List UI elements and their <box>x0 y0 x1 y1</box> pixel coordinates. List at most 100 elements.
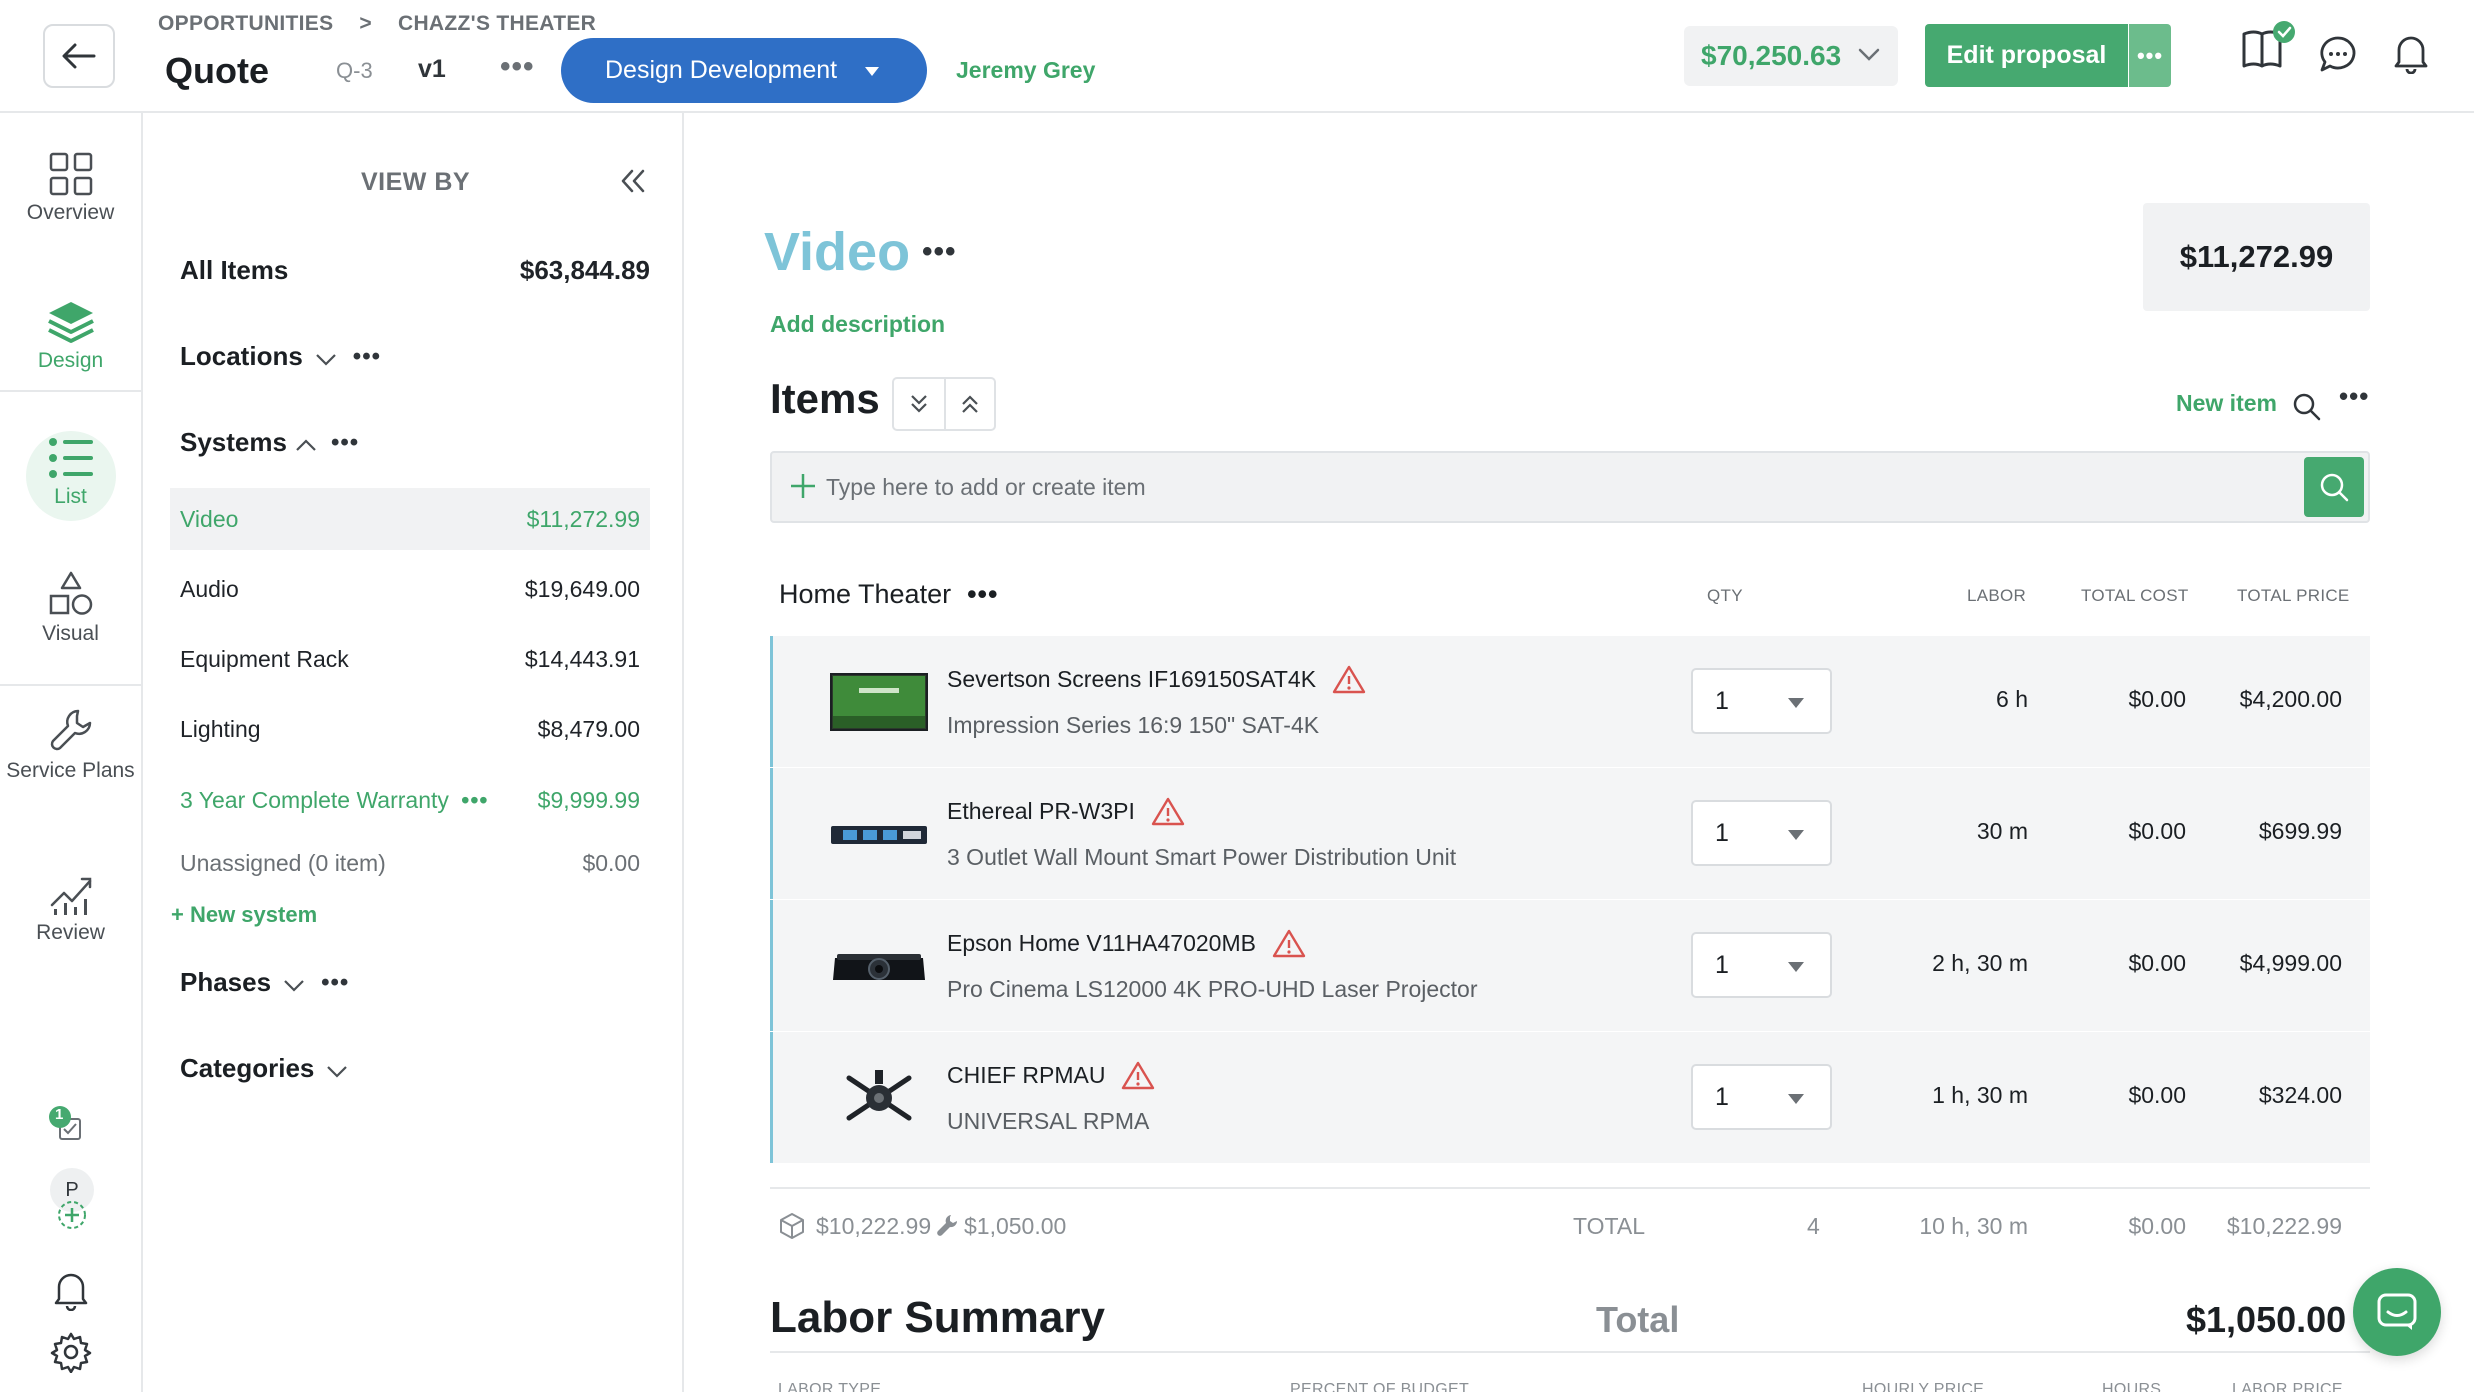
table-row[interactable]: Epson Home V11HA47020MB Pro Cinema LS120… <box>770 900 2370 1031</box>
warning-icon[interactable] <box>1151 796 1185 826</box>
system-label: Audio <box>180 575 239 602</box>
qty-select[interactable]: 1 <box>1691 1064 1832 1130</box>
double-chevron-down-icon <box>911 395 927 413</box>
edit-proposal-button[interactable]: Edit proposal <box>1925 24 2128 87</box>
item-description: Pro Cinema LS12000 4K PRO-UHD Laser Proj… <box>947 976 1478 1002</box>
system-value: $14,443.91 <box>524 645 640 672</box>
item-description: 3 Outlet Wall Mount Smart Power Distribu… <box>947 844 1457 870</box>
warranty-more-button[interactable]: ••• <box>461 787 488 813</box>
task-badge-count: 1 <box>55 1106 64 1123</box>
systems-header[interactable]: Systems ••• <box>180 427 650 458</box>
categories-label: Categories <box>180 1053 315 1083</box>
system-row-video[interactable]: Video $11,272.99 <box>170 488 650 550</box>
section-price: $11,272.99 <box>2143 203 2370 311</box>
rail-item-service-plans[interactable]: Service Plans <box>0 707 141 783</box>
system-value: $11,272.99 <box>526 505 640 532</box>
breadcrumb-opportunities[interactable]: OPPORTUNITIES <box>158 12 333 36</box>
view-by-label: VIEW BY <box>361 168 471 196</box>
rail-label: Design <box>37 349 104 372</box>
rail-label: Visual <box>42 622 99 645</box>
collapse-all-button[interactable] <box>944 379 994 429</box>
table-row[interactable]: Ethereal PR-W3PI 3 Outlet Wall Mount Sma… <box>770 768 2370 899</box>
section-more-button[interactable]: ••• <box>922 235 957 269</box>
rail-item-list[interactable]: List <box>0 435 141 509</box>
rail-item-visual[interactable]: Visual <box>0 570 141 646</box>
caret-down-icon <box>1788 830 1804 840</box>
table-row[interactable]: Severtson Screens IF169150SAT4K Impressi… <box>770 636 2370 767</box>
search-icon[interactable] <box>2292 392 2322 422</box>
shapes-icon <box>49 571 92 615</box>
qty-select[interactable]: 1 <box>1691 800 1832 866</box>
locations-header[interactable]: Locations ••• <box>180 341 650 372</box>
warning-icon[interactable] <box>1272 928 1306 958</box>
item-name-group: CHIEF RPMAU <box>947 1060 1155 1090</box>
item-name[interactable]: Epson Home V11HA47020MB <box>947 930 1256 957</box>
book-check-icon[interactable] <box>2240 20 2296 72</box>
system-value: $0.00 <box>582 849 640 876</box>
locations-label: Locations <box>180 341 303 371</box>
add-item-search-button[interactable] <box>2304 457 2364 517</box>
system-row-equipment-rack[interactable]: Equipment Rack $14,443.91 <box>170 628 650 690</box>
section-title[interactable]: Video <box>764 221 910 283</box>
plus-icon <box>791 474 815 498</box>
system-value: $19,649.00 <box>524 575 640 602</box>
system-row-warranty[interactable]: 3 Year Complete Warranty ••• $9,999.99 <box>170 769 650 831</box>
caret-down-icon <box>1788 1094 1804 1104</box>
all-items-row[interactable]: All Items $63,844.89 <box>180 255 650 286</box>
group-more-button[interactable]: ••• <box>967 579 998 610</box>
bell-icon[interactable] <box>2391 32 2431 74</box>
phases-more-button[interactable]: ••• <box>321 969 349 997</box>
proposal-total: $70,250.63 <box>1701 40 1842 71</box>
new-item-link[interactable]: New item <box>2176 390 2277 417</box>
rail-label: Review <box>36 921 105 944</box>
double-chevron-left-icon[interactable] <box>620 169 646 193</box>
owner-link[interactable]: Jeremy Grey <box>956 57 1095 84</box>
item-total-cost: $0.00 <box>2128 686 2186 712</box>
title-more-button[interactable]: ••• <box>500 50 535 84</box>
system-row-audio[interactable]: Audio $19,649.00 <box>170 558 650 620</box>
labor-column-header: LABOR TYPE <box>778 1381 882 1392</box>
group-header[interactable]: Home Theater ••• <box>779 579 998 610</box>
table-row[interactable]: CHIEF RPMAU UNIVERSAL RPMA 1 1 h, 30 m $… <box>770 1032 2370 1163</box>
warning-icon[interactable] <box>1121 1060 1155 1090</box>
systems-more-button[interactable]: ••• <box>331 429 359 457</box>
rail-item-review[interactable]: Review <box>0 871 141 945</box>
phases-label: Phases <box>180 967 272 997</box>
system-row-lighting[interactable]: Lighting $8,479.00 <box>170 698 650 760</box>
rail-item-overview[interactable]: Overview <box>0 151 141 225</box>
item-name[interactable]: Ethereal PR-W3PI <box>947 798 1135 825</box>
bell-icon[interactable] <box>51 1269 91 1311</box>
locations-more-button[interactable]: ••• <box>353 343 381 371</box>
list-icon <box>48 438 93 478</box>
expand-all-button[interactable] <box>894 379 944 429</box>
item-name[interactable]: CHIEF RPMAU <box>947 1062 1105 1089</box>
item-name[interactable]: Severtson Screens IF169150SAT4K <box>947 666 1316 693</box>
system-label: Lighting <box>180 715 261 742</box>
view-by-panel: VIEW BY All Items $63,844.89 Locations •… <box>143 113 684 1392</box>
gear-icon[interactable] <box>50 1331 92 1373</box>
qty-select[interactable]: 1 <box>1691 932 1832 998</box>
item-name-group: Epson Home V11HA47020MB <box>947 928 1306 958</box>
version-label[interactable]: v1 <box>418 55 446 84</box>
new-system-link[interactable]: + New system <box>171 902 317 928</box>
warning-icon[interactable] <box>1332 664 1366 694</box>
tasks-button[interactable]: 1 <box>46 1105 86 1150</box>
phases-header[interactable]: Phases ••• <box>180 967 650 998</box>
all-items-label: All Items <box>180 255 289 285</box>
status-dropdown[interactable]: Design Development <box>561 38 927 103</box>
proposal-total-dropdown[interactable]: $70,250.63 <box>1684 26 1898 86</box>
back-button[interactable] <box>43 24 115 88</box>
system-row-unassigned[interactable]: Unassigned (0 item) $0.00 <box>170 832 650 894</box>
rail-item-design[interactable]: Design <box>0 299 141 373</box>
add-item-input[interactable] <box>826 465 2226 509</box>
add-user-icon[interactable] <box>50 1201 94 1231</box>
add-description-link[interactable]: Add description <box>770 311 945 338</box>
items-more-button[interactable]: ••• <box>2339 381 2369 412</box>
edit-proposal-more-button[interactable]: ••• <box>2129 24 2171 87</box>
main-content: Video ••• Add description $11,272.99 Ite… <box>686 113 2474 1392</box>
breadcrumb-project[interactable]: CHAZZ'S THEATER <box>398 12 596 36</box>
qty-select[interactable]: 1 <box>1691 668 1832 734</box>
categories-header[interactable]: Categories <box>180 1053 650 1084</box>
chat-bubble-icon[interactable] <box>2318 34 2358 74</box>
chat-launcher-button[interactable] <box>2353 1268 2441 1356</box>
